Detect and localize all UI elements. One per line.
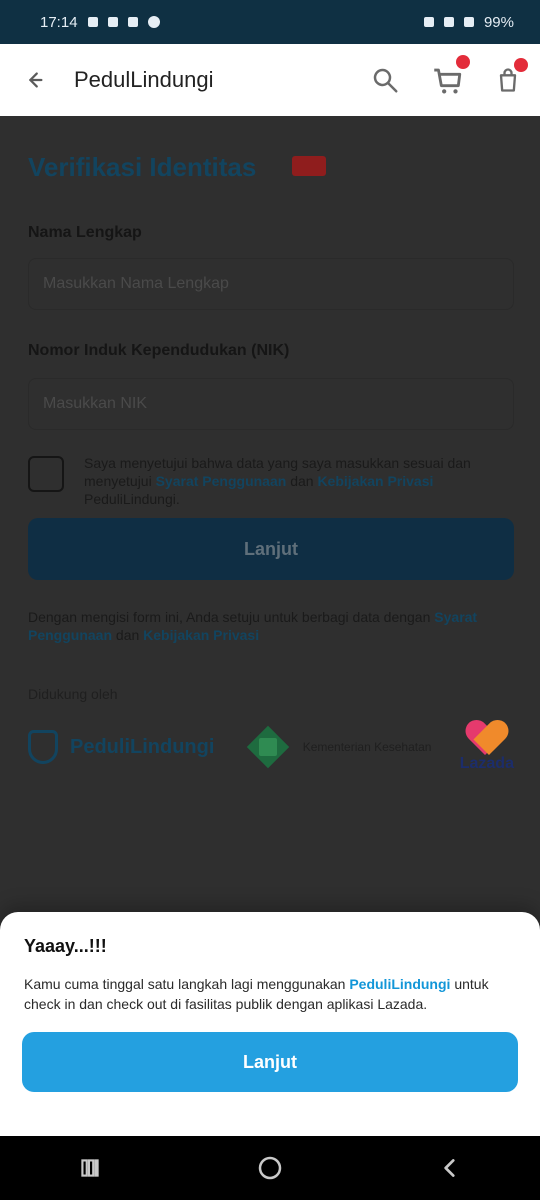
terms-text-part: dan: [290, 473, 314, 489]
battery-text: 99%: [483, 13, 514, 31]
privacy-link[interactable]: Kebijakan Privasi: [317, 473, 433, 489]
terms-link[interactable]: Syarat Penggunaan: [156, 473, 287, 489]
back-nav-icon: [444, 1159, 455, 1177]
nik-input[interactable]: Masukkan NIK: [28, 378, 514, 430]
sheet-text-part: Kamu cuma tinggal satu langkah lagi meng…: [24, 976, 346, 992]
name-label: Nama Lengkap: [28, 224, 142, 241]
home-icon: [258, 1156, 282, 1180]
name-input[interactable]: Masukkan Nama Lengkap: [28, 258, 514, 310]
status-right: 99%: [423, 13, 514, 31]
supported-by-label: Didukung oleh: [28, 686, 118, 702]
terms-text-part: PeduliLindungi.: [84, 491, 180, 507]
partner-logos: PeduliLindungi Kementerian Kesehatan Laz…: [28, 712, 514, 782]
nik-label: Nomor Induk Kependudukan (NIK): [28, 342, 290, 359]
notification-dot-icon: [147, 16, 160, 28]
kemenkes-logo-text: Kementerian Kesehatan: [302, 740, 432, 754]
recent-apps-icon: [81, 1159, 99, 1177]
brand-name: PeduliLindungi: [349, 976, 451, 992]
submit-button[interactable]: Lanjut: [28, 518, 514, 580]
sheet-continue-button[interactable]: Lanjut: [22, 1032, 518, 1092]
search-icon[interactable]: [370, 65, 400, 95]
lazada-logo-text: Lazada: [459, 755, 514, 772]
pedulilindungi-logo: PeduliLindungi: [28, 730, 214, 764]
top-actions: [370, 55, 528, 97]
wifi-icon: [423, 17, 434, 27]
bag-icon[interactable]: [494, 58, 528, 94]
back-nav-icon[interactable]: [430, 1148, 470, 1188]
bottom-sheet: Yaaay...!!! Kamu cuma tinggal satu langk…: [0, 912, 540, 1136]
top-app-bar: PedulLindungi: [0, 44, 540, 116]
system-nav-bar: [0, 1136, 540, 1200]
pedulilindungi-logo-text: PeduliLindungi: [70, 735, 215, 758]
signal-icon: [443, 17, 454, 27]
terms-checkbox[interactable]: [28, 456, 64, 492]
kemenkes-logo: Kementerian Kesehatan: [243, 722, 432, 772]
notification-icon: [107, 17, 118, 27]
disclaimer-text-part: dan: [115, 627, 140, 643]
disclaimer-text: Dengan mengisi form ini, Anda setuju unt…: [28, 608, 514, 644]
home-icon[interactable]: [250, 1148, 290, 1188]
search-icon: [373, 68, 398, 93]
page-title: PedulLindungi: [74, 67, 214, 92]
recent-apps-icon[interactable]: [70, 1148, 110, 1188]
notification-icon: [127, 17, 138, 27]
form-title: Verifikasi Identitas: [28, 152, 257, 182]
status-left: 17:14: [40, 14, 160, 31]
notification-icon: [87, 17, 98, 27]
disclaimer-privacy-link[interactable]: Kebijakan Privasi: [143, 627, 259, 643]
bag-badge: [514, 58, 528, 72]
lazada-heart-icon: [467, 721, 507, 755]
alarm-icon: [463, 17, 474, 27]
sheet-message: Kamu cuma tinggal satu langkah lagi meng…: [24, 974, 516, 1014]
flag-icon: [292, 156, 326, 176]
cart-badge: [456, 55, 470, 69]
shield-icon: [28, 730, 58, 764]
back-arrow-icon: [29, 72, 43, 88]
disclaimer-text-part: Dengan mengisi form ini, Anda setuju unt…: [28, 609, 431, 625]
status-time: 17:14: [40, 13, 78, 31]
lazada-logo: Lazada: [460, 721, 514, 773]
terms-text: Saya menyetujui bahwa data yang saya mas…: [84, 454, 504, 508]
back-arrow-icon[interactable]: [18, 64, 50, 96]
status-bar: 17:14 99%: [0, 0, 540, 44]
kemenkes-mark-icon: [243, 722, 293, 772]
cart-icon[interactable]: [430, 55, 470, 97]
sheet-title: Yaaay...!!!: [24, 936, 107, 956]
